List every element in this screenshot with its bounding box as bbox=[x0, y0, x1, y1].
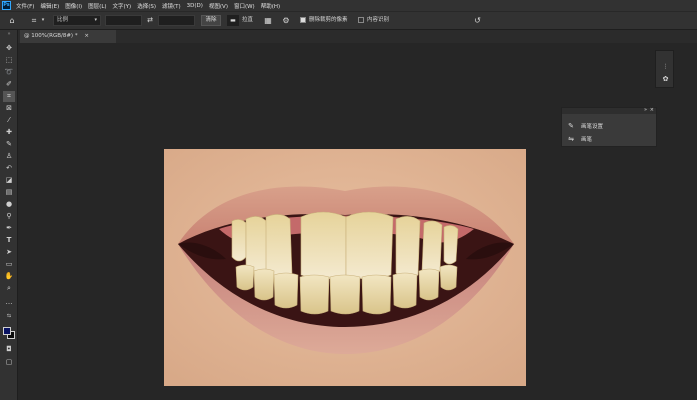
collapsed-panel-strip: ⫶ ✿ bbox=[655, 50, 674, 88]
brush-settings-icon[interactable]: ⫶ bbox=[660, 62, 671, 73]
delete-cropped-pixels-checkbox[interactable] bbox=[300, 17, 306, 23]
menu-type[interactable]: 文字(Y) bbox=[113, 2, 132, 10]
quick-mask-icon[interactable]: ◘ bbox=[3, 344, 15, 355]
crop-icon[interactable]: ⌗ bbox=[3, 91, 15, 102]
document-tab[interactable]: @ 100%(RGB/8#) * × bbox=[20, 30, 116, 43]
zoom-icon[interactable]: ⌕ bbox=[3, 283, 15, 294]
teeth-photo bbox=[164, 149, 526, 386]
panel-item-brush[interactable]: ⇋ 画笔 bbox=[566, 133, 592, 144]
height-field[interactable] bbox=[158, 15, 195, 26]
type-icon[interactable]: T bbox=[3, 235, 15, 246]
home-icon[interactable]: ⌂ bbox=[6, 15, 18, 26]
swap-colors-icon[interactable]: ⇆ bbox=[3, 312, 15, 320]
foreground-color-swatch[interactable] bbox=[3, 327, 11, 335]
ratio-select[interactable]: 比例 ▾ bbox=[53, 15, 101, 26]
brush-settings-icon: ✎ bbox=[568, 121, 574, 130]
menu-view[interactable]: 视图(V) bbox=[209, 2, 228, 10]
menu-window[interactable]: 窗口(W) bbox=[234, 2, 255, 10]
collapse-panel-icon[interactable]: » bbox=[644, 107, 647, 113]
reset-icon[interactable]: ↺ bbox=[472, 15, 483, 26]
brush-panel: » × ✎ 画笔设置 ⇋ 画笔 bbox=[561, 107, 657, 147]
brush-icon[interactable]: ✎ bbox=[3, 139, 15, 150]
frame-icon[interactable]: ⊠ bbox=[3, 103, 15, 114]
menu-3d[interactable]: 3D(D) bbox=[187, 3, 203, 9]
menu-layer[interactable]: 图层(L) bbox=[88, 2, 106, 10]
content-aware-label: 内容识别 bbox=[367, 17, 390, 23]
photoshop-logo: Ps bbox=[2, 1, 11, 10]
hand-icon[interactable]: ✋ bbox=[3, 271, 15, 282]
clone-stamp-icon[interactable]: ♙ bbox=[3, 151, 15, 162]
swap-icon[interactable]: ⇄ bbox=[145, 15, 155, 26]
brush-icon: ⇋ bbox=[568, 134, 574, 143]
options-bar: ⌂ ⌗ ▾ 比例 ▾ ⇄ 清除 ▬ 拉直 ▦ ⚙ 删除裁剪的像素 内容识别 ↺ bbox=[0, 11, 697, 30]
document-canvas[interactable] bbox=[164, 149, 526, 386]
path-select-icon[interactable]: ➤ bbox=[3, 247, 15, 258]
pen-icon[interactable]: ✒ bbox=[3, 223, 15, 234]
marquee-icon[interactable]: ⬚ bbox=[3, 55, 15, 66]
healing-brush-icon[interactable]: ✚ bbox=[3, 127, 15, 138]
overlay-grid-icon[interactable]: ▦ bbox=[263, 15, 273, 26]
clear-button[interactable]: 清除 bbox=[201, 15, 221, 26]
straighten-icon[interactable]: ▬ bbox=[227, 15, 239, 26]
more-tools-icon[interactable]: … bbox=[3, 297, 15, 308]
lasso-icon[interactable]: ➰ bbox=[3, 67, 15, 78]
chevron-down-icon[interactable]: ▾ bbox=[40, 15, 46, 26]
history-brush-icon[interactable]: ↶ bbox=[3, 163, 15, 174]
menu-filter[interactable]: 滤镜(T) bbox=[162, 2, 181, 10]
menu-bar: Ps 文件(F) 编辑(E) 图像(I) 图层(L) 文字(Y) 选择(S) 滤… bbox=[0, 0, 697, 11]
panel-item-label: 画笔设置 bbox=[581, 123, 604, 130]
gradient-icon[interactable]: ▤ bbox=[3, 187, 15, 198]
collapse-icon[interactable]: » bbox=[3, 30, 15, 38]
move-icon[interactable]: ✥ bbox=[3, 43, 15, 54]
crop-tool-preset-icon[interactable]: ⌗ bbox=[28, 15, 40, 26]
chevron-down-icon: ▾ bbox=[94, 17, 97, 23]
delete-cropped-pixels-label: 删除裁剪的像素 bbox=[309, 17, 348, 23]
dodge-icon[interactable]: ⚲ bbox=[3, 211, 15, 222]
document-tab-title: @ 100%(RGB/8#) * bbox=[24, 33, 78, 39]
screen-mode-icon[interactable]: ▢ bbox=[3, 357, 15, 368]
quick-select-icon[interactable]: ✐ bbox=[3, 79, 15, 90]
blur-icon[interactable]: ● bbox=[3, 199, 15, 210]
width-field[interactable] bbox=[105, 15, 142, 26]
rectangle-icon[interactable]: ▭ bbox=[3, 259, 15, 270]
tools-panel: » ✥ ⬚ ➰ ✐ ⌗ ⊠ ⁄ ✚ ✎ ♙ ↶ ◪ ▤ ● ⚲ ✒ T ➤ ▭ … bbox=[0, 30, 18, 400]
ratio-select-value: 比例 bbox=[57, 17, 69, 23]
menu-help[interactable]: 帮助(H) bbox=[261, 2, 280, 10]
straighten-label: 拉直 bbox=[242, 17, 254, 23]
panel-item-label: 画笔 bbox=[581, 136, 593, 143]
gear-icon[interactable]: ⚙ bbox=[281, 15, 291, 26]
eraser-icon[interactable]: ◪ bbox=[3, 175, 15, 186]
menu-image[interactable]: 图像(I) bbox=[65, 2, 82, 10]
panel-item-brush-settings[interactable]: ✎ 画笔设置 bbox=[566, 120, 603, 131]
close-icon[interactable]: × bbox=[84, 33, 89, 39]
brush-presets-icon[interactable]: ✿ bbox=[660, 74, 671, 85]
content-aware-checkbox[interactable] bbox=[358, 17, 364, 23]
close-icon[interactable]: × bbox=[650, 107, 654, 113]
panel-header[interactable]: » × bbox=[562, 107, 656, 114]
menu-file[interactable]: 文件(F) bbox=[16, 2, 34, 10]
menu-select[interactable]: 选择(S) bbox=[137, 2, 156, 10]
eyedropper-icon[interactable]: ⁄ bbox=[3, 115, 15, 126]
menu-edit[interactable]: 编辑(E) bbox=[40, 2, 59, 10]
